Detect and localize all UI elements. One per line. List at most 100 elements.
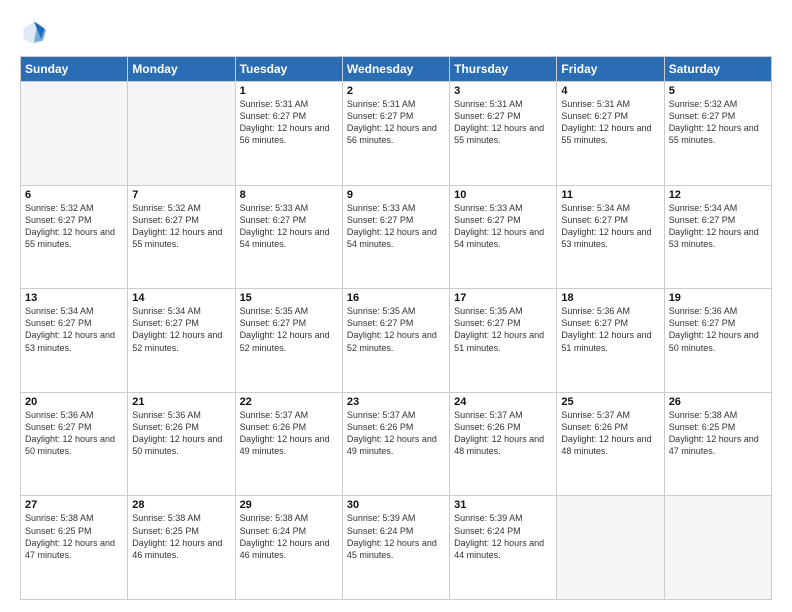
calendar-cell: 28Sunrise: 5:38 AM Sunset: 6:25 PM Dayli… (128, 496, 235, 600)
day-number: 17 (454, 292, 552, 304)
day-number: 16 (347, 292, 445, 304)
calendar-cell: 13Sunrise: 5:34 AM Sunset: 6:27 PM Dayli… (21, 289, 128, 393)
calendar-cell: 1Sunrise: 5:31 AM Sunset: 6:27 PM Daylig… (235, 82, 342, 186)
calendar-day-header: Tuesday (235, 57, 342, 82)
calendar-cell: 21Sunrise: 5:36 AM Sunset: 6:26 PM Dayli… (128, 392, 235, 496)
calendar-cell: 16Sunrise: 5:35 AM Sunset: 6:27 PM Dayli… (342, 289, 449, 393)
day-number: 28 (132, 499, 230, 511)
calendar-cell: 26Sunrise: 5:38 AM Sunset: 6:25 PM Dayli… (664, 392, 771, 496)
day-number: 22 (240, 396, 338, 408)
day-info: Sunrise: 5:38 AM Sunset: 6:25 PM Dayligh… (132, 512, 230, 561)
day-number: 20 (25, 396, 123, 408)
day-number: 15 (240, 292, 338, 304)
day-info: Sunrise: 5:35 AM Sunset: 6:27 PM Dayligh… (347, 305, 445, 354)
calendar-cell: 15Sunrise: 5:35 AM Sunset: 6:27 PM Dayli… (235, 289, 342, 393)
day-info: Sunrise: 5:37 AM Sunset: 6:26 PM Dayligh… (347, 409, 445, 458)
day-number: 26 (669, 396, 767, 408)
calendar-cell: 9Sunrise: 5:33 AM Sunset: 6:27 PM Daylig… (342, 185, 449, 289)
day-number: 31 (454, 499, 552, 511)
day-number: 30 (347, 499, 445, 511)
calendar-cell: 30Sunrise: 5:39 AM Sunset: 6:24 PM Dayli… (342, 496, 449, 600)
day-number: 10 (454, 189, 552, 201)
calendar-cell: 12Sunrise: 5:34 AM Sunset: 6:27 PM Dayli… (664, 185, 771, 289)
calendar-week-row: 27Sunrise: 5:38 AM Sunset: 6:25 PM Dayli… (21, 496, 772, 600)
calendar-day-header: Friday (557, 57, 664, 82)
calendar-cell (664, 496, 771, 600)
calendar-day-header: Wednesday (342, 57, 449, 82)
calendar-cell: 22Sunrise: 5:37 AM Sunset: 6:26 PM Dayli… (235, 392, 342, 496)
day-info: Sunrise: 5:38 AM Sunset: 6:25 PM Dayligh… (25, 512, 123, 561)
calendar-cell: 10Sunrise: 5:33 AM Sunset: 6:27 PM Dayli… (450, 185, 557, 289)
calendar-cell: 23Sunrise: 5:37 AM Sunset: 6:26 PM Dayli… (342, 392, 449, 496)
calendar-cell: 6Sunrise: 5:32 AM Sunset: 6:27 PM Daylig… (21, 185, 128, 289)
calendar-cell: 8Sunrise: 5:33 AM Sunset: 6:27 PM Daylig… (235, 185, 342, 289)
calendar-day-header: Monday (128, 57, 235, 82)
day-number: 18 (561, 292, 659, 304)
day-info: Sunrise: 5:38 AM Sunset: 6:25 PM Dayligh… (669, 409, 767, 458)
day-number: 7 (132, 189, 230, 201)
day-info: Sunrise: 5:32 AM Sunset: 6:27 PM Dayligh… (25, 202, 123, 251)
day-info: Sunrise: 5:31 AM Sunset: 6:27 PM Dayligh… (240, 98, 338, 147)
day-number: 1 (240, 85, 338, 97)
day-number: 4 (561, 85, 659, 97)
calendar-cell: 11Sunrise: 5:34 AM Sunset: 6:27 PM Dayli… (557, 185, 664, 289)
calendar-cell: 2Sunrise: 5:31 AM Sunset: 6:27 PM Daylig… (342, 82, 449, 186)
calendar-cell (21, 82, 128, 186)
day-info: Sunrise: 5:39 AM Sunset: 6:24 PM Dayligh… (347, 512, 445, 561)
calendar-cell: 19Sunrise: 5:36 AM Sunset: 6:27 PM Dayli… (664, 289, 771, 393)
logo (20, 18, 52, 46)
day-info: Sunrise: 5:36 AM Sunset: 6:27 PM Dayligh… (561, 305, 659, 354)
day-number: 19 (669, 292, 767, 304)
day-info: Sunrise: 5:37 AM Sunset: 6:26 PM Dayligh… (454, 409, 552, 458)
day-number: 5 (669, 85, 767, 97)
day-number: 12 (669, 189, 767, 201)
day-info: Sunrise: 5:34 AM Sunset: 6:27 PM Dayligh… (25, 305, 123, 354)
calendar-cell: 24Sunrise: 5:37 AM Sunset: 6:26 PM Dayli… (450, 392, 557, 496)
day-info: Sunrise: 5:36 AM Sunset: 6:26 PM Dayligh… (132, 409, 230, 458)
day-number: 9 (347, 189, 445, 201)
day-number: 21 (132, 396, 230, 408)
day-info: Sunrise: 5:36 AM Sunset: 6:27 PM Dayligh… (25, 409, 123, 458)
day-number: 25 (561, 396, 659, 408)
calendar-table: SundayMondayTuesdayWednesdayThursdayFrid… (20, 56, 772, 600)
day-info: Sunrise: 5:34 AM Sunset: 6:27 PM Dayligh… (561, 202, 659, 251)
day-number: 13 (25, 292, 123, 304)
calendar-cell (128, 82, 235, 186)
calendar-cell: 17Sunrise: 5:35 AM Sunset: 6:27 PM Dayli… (450, 289, 557, 393)
day-info: Sunrise: 5:31 AM Sunset: 6:27 PM Dayligh… (454, 98, 552, 147)
calendar-cell: 27Sunrise: 5:38 AM Sunset: 6:25 PM Dayli… (21, 496, 128, 600)
day-info: Sunrise: 5:34 AM Sunset: 6:27 PM Dayligh… (132, 305, 230, 354)
day-info: Sunrise: 5:32 AM Sunset: 6:27 PM Dayligh… (669, 98, 767, 147)
calendar-week-row: 20Sunrise: 5:36 AM Sunset: 6:27 PM Dayli… (21, 392, 772, 496)
calendar-cell: 20Sunrise: 5:36 AM Sunset: 6:27 PM Dayli… (21, 392, 128, 496)
day-number: 6 (25, 189, 123, 201)
day-info: Sunrise: 5:33 AM Sunset: 6:27 PM Dayligh… (240, 202, 338, 251)
day-number: 27 (25, 499, 123, 511)
calendar-day-header: Sunday (21, 57, 128, 82)
calendar-cell: 18Sunrise: 5:36 AM Sunset: 6:27 PM Dayli… (557, 289, 664, 393)
day-info: Sunrise: 5:31 AM Sunset: 6:27 PM Dayligh… (347, 98, 445, 147)
calendar-cell: 25Sunrise: 5:37 AM Sunset: 6:26 PM Dayli… (557, 392, 664, 496)
day-info: Sunrise: 5:38 AM Sunset: 6:24 PM Dayligh… (240, 512, 338, 561)
calendar-day-header: Thursday (450, 57, 557, 82)
calendar-cell: 5Sunrise: 5:32 AM Sunset: 6:27 PM Daylig… (664, 82, 771, 186)
calendar-cell: 3Sunrise: 5:31 AM Sunset: 6:27 PM Daylig… (450, 82, 557, 186)
day-number: 23 (347, 396, 445, 408)
logo-icon (20, 18, 48, 46)
day-info: Sunrise: 5:35 AM Sunset: 6:27 PM Dayligh… (454, 305, 552, 354)
day-info: Sunrise: 5:33 AM Sunset: 6:27 PM Dayligh… (454, 202, 552, 251)
day-number: 24 (454, 396, 552, 408)
calendar-week-row: 1Sunrise: 5:31 AM Sunset: 6:27 PM Daylig… (21, 82, 772, 186)
day-number: 29 (240, 499, 338, 511)
day-number: 11 (561, 189, 659, 201)
day-number: 14 (132, 292, 230, 304)
calendar-cell: 29Sunrise: 5:38 AM Sunset: 6:24 PM Dayli… (235, 496, 342, 600)
calendar-cell (557, 496, 664, 600)
calendar-day-header: Saturday (664, 57, 771, 82)
day-info: Sunrise: 5:32 AM Sunset: 6:27 PM Dayligh… (132, 202, 230, 251)
calendar-cell: 31Sunrise: 5:39 AM Sunset: 6:24 PM Dayli… (450, 496, 557, 600)
calendar-cell: 7Sunrise: 5:32 AM Sunset: 6:27 PM Daylig… (128, 185, 235, 289)
calendar-cell: 14Sunrise: 5:34 AM Sunset: 6:27 PM Dayli… (128, 289, 235, 393)
day-info: Sunrise: 5:37 AM Sunset: 6:26 PM Dayligh… (561, 409, 659, 458)
day-number: 8 (240, 189, 338, 201)
